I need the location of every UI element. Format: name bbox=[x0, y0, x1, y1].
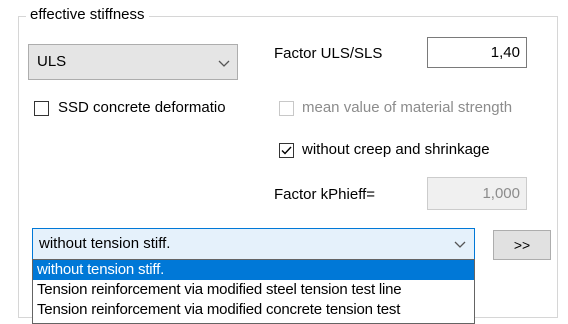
factor-uls-sls-input[interactable]: 1,40 bbox=[427, 37, 527, 68]
factor-uls-sls-label: Factor ULS/SLS bbox=[274, 45, 383, 62]
more-options-button[interactable]: >> bbox=[493, 230, 551, 260]
dropdown-option-without-tension[interactable]: without tension stiff. bbox=[33, 260, 474, 280]
ssd-concrete-label: SSD concrete deformatio bbox=[58, 99, 226, 116]
creep-shrinkage-label: without creep and shrinkage bbox=[302, 141, 490, 158]
mean-value-checkbox[interactable] bbox=[279, 101, 294, 116]
chevron-down-icon bbox=[218, 60, 230, 67]
dropdown-option-concrete-tension-test[interactable]: Tension reinforcement via modified concr… bbox=[33, 300, 474, 320]
dropdown-option-steel-tension-test[interactable]: Tension reinforcement via modified steel… bbox=[33, 280, 474, 300]
tension-stiffening-combo[interactable]: without tension stiff. bbox=[32, 228, 475, 260]
groupbox-title: effective stiffness bbox=[26, 5, 149, 25]
limit-state-combo[interactable]: ULS bbox=[28, 44, 238, 80]
factor-kphieff-input[interactable]: 1,000 bbox=[427, 177, 527, 210]
creep-shrinkage-checkbox[interactable] bbox=[279, 143, 294, 158]
mean-value-label: mean value of material strength bbox=[302, 99, 513, 116]
tension-stiffening-combo-value: without tension stiff. bbox=[39, 235, 171, 252]
factor-kphieff-label: Factor kPhieff= bbox=[274, 186, 376, 203]
ssd-concrete-checkbox[interactable] bbox=[34, 101, 49, 116]
chevron-down-icon bbox=[454, 241, 466, 248]
tension-stiffening-dropdown-list: without tension stiff. Tension reinforce… bbox=[32, 259, 475, 324]
limit-state-combo-value: ULS bbox=[37, 53, 67, 70]
checkmark-icon bbox=[281, 146, 292, 155]
